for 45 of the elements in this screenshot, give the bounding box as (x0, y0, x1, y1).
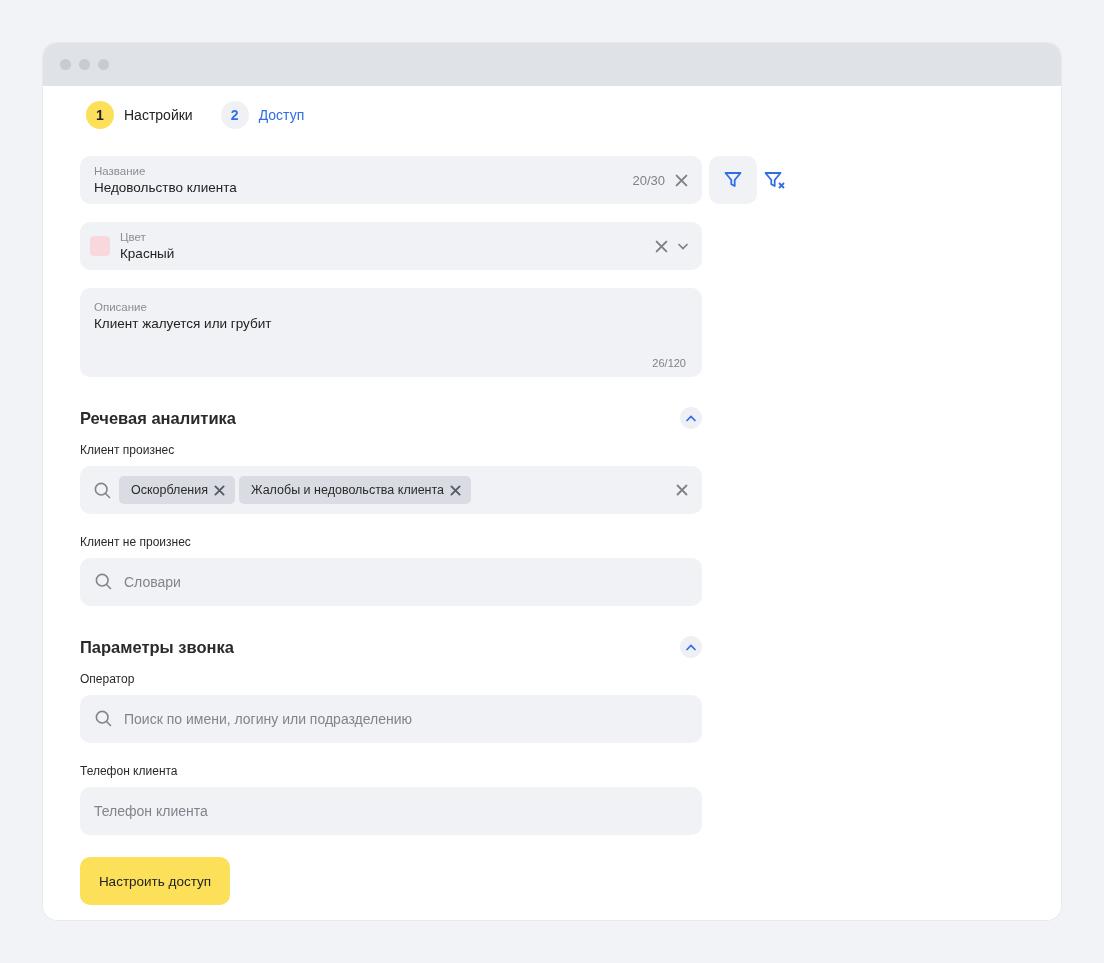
close-icon[interactable] (675, 173, 688, 187)
window-dot (60, 59, 71, 70)
field-label: Клиент не произнес (80, 535, 192, 549)
name-field[interactable]: Название Недовольство клиента 20/30 (80, 156, 702, 204)
clear-filter-icon[interactable] (764, 170, 786, 190)
field-value: Красный (120, 246, 176, 261)
search-field[interactable]: Словари (80, 558, 702, 606)
tags-field[interactable]: Оскорбления Жалобы и недовольства клиента (80, 466, 702, 514)
filter-icon (723, 170, 743, 190)
field-label: Цвет (120, 231, 147, 243)
search-icon (95, 573, 112, 590)
collapse-button[interactable] (680, 407, 702, 429)
section-title: Речевая аналитика (80, 408, 237, 428)
remove-icon[interactable] (450, 484, 462, 496)
field-label: Клиент произнес (80, 443, 176, 457)
field-label: Телефон клиента (80, 764, 179, 778)
tag-chip[interactable]: Жалобы и недовольства клиента (239, 476, 472, 504)
field-value: Клиент жалуется или грубит (94, 316, 273, 331)
search-icon (95, 710, 112, 727)
collapse-button[interactable] (680, 636, 702, 658)
char-counter: 20/30 (632, 172, 665, 188)
chevron-up-icon (686, 643, 696, 651)
submit-button[interactable]: Настроить доступ (80, 857, 230, 905)
field-value: Недовольство клиента (94, 180, 238, 195)
field-label: Название (94, 165, 147, 177)
step-tab[interactable]: 1 Настройки (86, 101, 193, 129)
field-label: Оператор (80, 672, 136, 686)
tag-chip[interactable]: Оскорбления (119, 476, 235, 504)
search-field[interactable]: Поиск по имени, логину или подразделению (80, 695, 702, 743)
section-title: Параметры звонка (80, 637, 234, 657)
window-dot (98, 59, 109, 70)
step-tab[interactable]: 2 Доступ (220, 101, 305, 129)
remove-icon[interactable] (214, 484, 225, 496)
close-icon[interactable] (655, 239, 668, 253)
chevron-down-icon (678, 242, 688, 250)
search-icon (94, 481, 111, 499)
field-label: Описание (94, 301, 148, 313)
close-icon[interactable] (676, 484, 688, 496)
window-dot (79, 59, 90, 70)
char-counter: 26/120 (652, 357, 686, 369)
chevron-up-icon (686, 414, 696, 422)
input-field[interactable]: Телефон клиента (80, 787, 702, 835)
description-field[interactable]: Описание Клиент жалуется или грубит 26/120 (80, 288, 702, 377)
color-select[interactable]: Цвет Красный (80, 222, 702, 270)
filter-button[interactable] (709, 156, 757, 204)
